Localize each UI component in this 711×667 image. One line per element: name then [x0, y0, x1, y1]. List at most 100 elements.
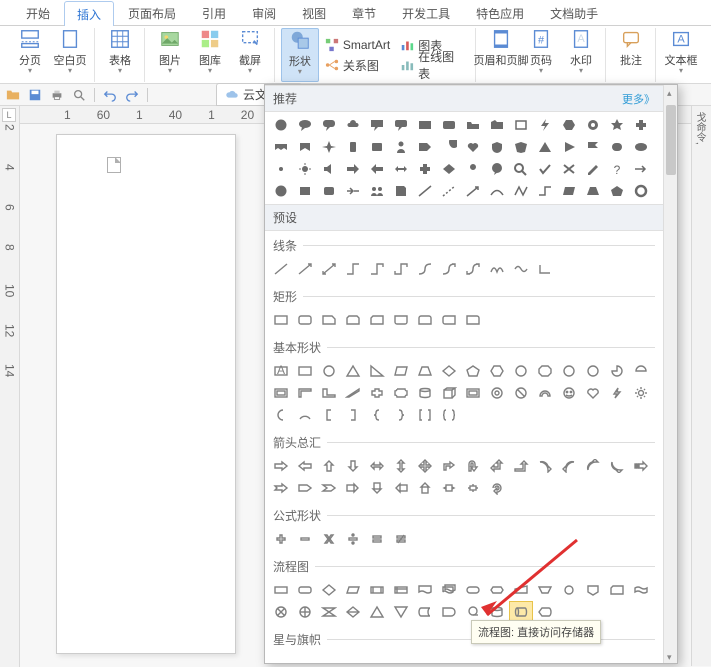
basic-pent[interactable]: [461, 360, 485, 382]
arrow-pentagon[interactable]: [293, 477, 317, 499]
line-2[interactable]: [293, 258, 317, 280]
arrow-curved-u[interactable]: [581, 455, 605, 477]
arrow-quadcallout[interactable]: [461, 477, 485, 499]
shape-parallelogram[interactable]: [557, 180, 581, 202]
shape-cross[interactable]: [413, 158, 437, 180]
basic-bracket-l[interactable]: [317, 404, 341, 426]
relation-button[interactable]: 关系图: [325, 56, 390, 74]
shape-folder2[interactable]: [485, 114, 509, 136]
tab-review[interactable]: 审阅: [240, 1, 288, 25]
watermark-button[interactable]: A 水印▾: [562, 28, 600, 74]
screenshot-button[interactable]: 截屏▾: [231, 28, 269, 74]
shapes-button[interactable]: 形状▾: [281, 28, 319, 82]
open-icon[interactable]: [6, 88, 20, 102]
fc-preparation[interactable]: [485, 579, 509, 601]
fc-manualinput[interactable]: [509, 579, 533, 601]
arrow-bentup[interactable]: [509, 455, 533, 477]
redo-icon[interactable]: [125, 88, 139, 102]
textbox-button[interactable]: A 文本框▾: [662, 28, 700, 74]
basic-circle[interactable]: [317, 360, 341, 382]
shape-search[interactable]: [509, 158, 533, 180]
fc-predefined[interactable]: [365, 579, 389, 601]
tab-layout[interactable]: 页面布局: [116, 1, 188, 25]
shape-circle[interactable]: [269, 114, 293, 136]
page-number-button[interactable]: # 页码▾: [522, 28, 560, 74]
tab-section[interactable]: 章节: [340, 1, 388, 25]
basic-brace-r[interactable]: [389, 404, 413, 426]
rect-9[interactable]: [461, 309, 485, 331]
arrow-r[interactable]: [269, 455, 293, 477]
shape-clip[interactable]: [605, 136, 629, 158]
arrow-lcallout[interactable]: [389, 477, 413, 499]
shape-square[interactable]: [293, 180, 317, 202]
shape-tag[interactable]: [413, 136, 437, 158]
comment-button[interactable]: 批注: [612, 28, 650, 68]
fc-multidoc[interactable]: [437, 579, 461, 601]
fc-or[interactable]: [293, 601, 317, 623]
basic-blockarc[interactable]: [533, 382, 557, 404]
basic-sun[interactable]: [629, 382, 653, 404]
basic-rtri[interactable]: [365, 360, 389, 382]
arrow-notched[interactable]: [269, 477, 293, 499]
basic-moon[interactable]: [269, 404, 293, 426]
shape-gear[interactable]: [581, 114, 605, 136]
shape-dashline[interactable]: [437, 180, 461, 202]
tab-insert[interactable]: 插入: [64, 1, 114, 26]
shape-line[interactable]: [413, 180, 437, 202]
fc-punchtape[interactable]: [629, 579, 653, 601]
shape-tablet[interactable]: [365, 136, 389, 158]
fc-altprocess[interactable]: [293, 579, 317, 601]
shape-arrow-group[interactable]: [341, 180, 365, 202]
rect-1[interactable]: [269, 309, 293, 331]
tab-devtools[interactable]: 开发工具: [390, 1, 462, 25]
table-button[interactable]: 表格▾: [101, 28, 139, 74]
arrow-dcallout[interactable]: [365, 477, 389, 499]
shape-shield2[interactable]: [509, 136, 533, 158]
tab-special[interactable]: 特色应用: [464, 1, 536, 25]
shape-phone[interactable]: [341, 136, 365, 158]
shape-arrowline[interactable]: [461, 180, 485, 202]
shape-diamond[interactable]: [437, 158, 461, 180]
fc-connector[interactable]: [557, 579, 581, 601]
picture-button[interactable]: 图片▾: [151, 28, 189, 74]
basic-can[interactable]: [413, 382, 437, 404]
line-3[interactable]: [317, 258, 341, 280]
arrow-ud[interactable]: [389, 455, 413, 477]
basic-oct[interactable]: [533, 360, 557, 382]
basic-diagstripe[interactable]: [341, 382, 365, 404]
basic-pie[interactable]: [605, 360, 629, 382]
arrow-curved-l[interactable]: [557, 455, 581, 477]
arrow-striped[interactable]: [629, 455, 653, 477]
basic-dodec[interactable]: [581, 360, 605, 382]
shape-roundsq[interactable]: [317, 180, 341, 202]
arrow-d[interactable]: [341, 455, 365, 477]
basic-bracket-r[interactable]: [341, 404, 365, 426]
rect-6[interactable]: [389, 309, 413, 331]
fc-manualop[interactable]: [533, 579, 557, 601]
line-10[interactable]: [485, 258, 509, 280]
gallery-button[interactable]: 图库▾: [191, 28, 229, 74]
shape-curve[interactable]: [485, 180, 509, 202]
smartart-button[interactable]: SmartArt: [325, 36, 390, 54]
fc-merge[interactable]: [389, 601, 413, 623]
fc-collate[interactable]: [317, 601, 341, 623]
shape-banner2[interactable]: [293, 136, 317, 158]
fc-stored[interactable]: [413, 601, 437, 623]
shape-arrow-thin[interactable]: [629, 158, 653, 180]
basic-dec[interactable]: [557, 360, 581, 382]
rect-2[interactable]: [293, 309, 317, 331]
rect-8[interactable]: [437, 309, 461, 331]
formula-minus[interactable]: [293, 528, 317, 550]
shape-note[interactable]: [389, 180, 413, 202]
tab-start[interactable]: 开始: [14, 1, 62, 25]
line-11[interactable]: [509, 258, 533, 280]
basic-brace-pair[interactable]: [437, 404, 461, 426]
arrow-leftup[interactable]: [485, 455, 509, 477]
more-link[interactable]: 更多》: [622, 91, 655, 107]
basic-arc[interactable]: [293, 404, 317, 426]
shape-zigzag[interactable]: [509, 180, 533, 202]
basic-chord[interactable]: [629, 360, 653, 382]
line-4[interactable]: [341, 258, 365, 280]
line-8[interactable]: [437, 258, 461, 280]
basic-bracket-pair[interactable]: [413, 404, 437, 426]
